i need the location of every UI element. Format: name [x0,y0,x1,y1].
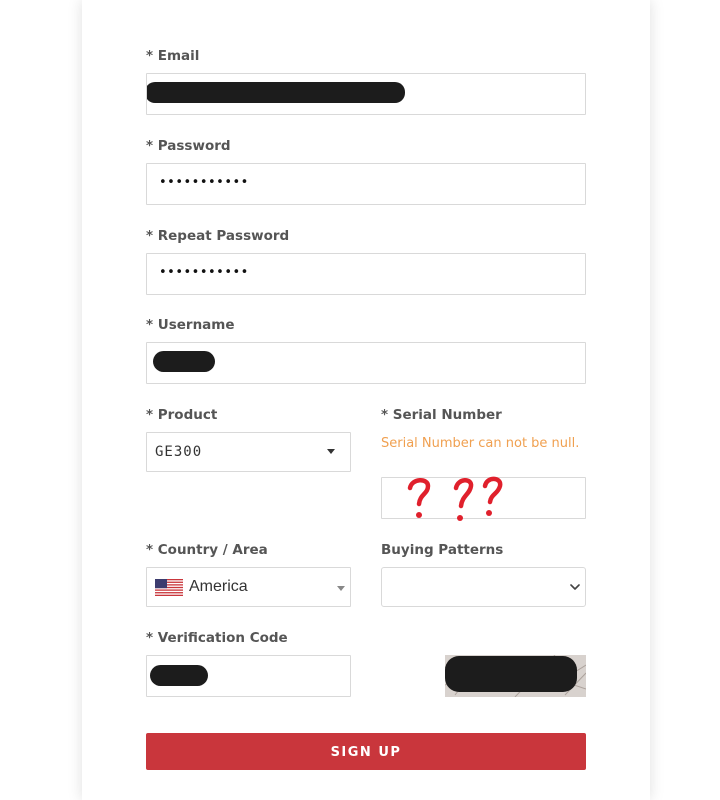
country-label: * Country / Area [146,542,268,558]
password-label: * Password [146,138,231,154]
redaction-mark [445,656,577,692]
verification-code-label: * Verification Code [146,630,288,646]
email-label: * Email [146,48,200,64]
captcha-image[interactable] [445,655,586,697]
username-label: * Username [146,317,235,333]
buying-patterns-label: Buying Patterns [381,542,504,558]
question-marks-annotation [407,476,503,521]
product-label: * Product [146,407,218,423]
redaction-mark [147,82,405,103]
us-flag-icon [155,579,183,596]
serial-number-label: * Serial Number [381,407,502,423]
verification-code-field[interactable] [146,655,351,697]
product-select[interactable]: GE300 [146,432,351,472]
redaction-mark [153,351,215,372]
country-select[interactable]: America [146,567,351,607]
sign-up-button[interactable]: SIGN UP [146,733,586,770]
password-value: ••••••••••• [159,175,249,190]
repeat-password-field[interactable]: ••••••••••• [146,253,586,295]
repeat-password-value: ••••••••••• [159,265,249,280]
product-value: GE300 [155,444,203,460]
repeat-password-label: * Repeat Password [146,228,290,244]
email-field[interactable] [146,73,586,115]
username-field[interactable] [146,342,586,384]
buying-patterns-select[interactable] [381,567,586,607]
serial-number-error: Serial Number can not be null. [381,436,580,451]
caret-down-icon [337,586,345,591]
caret-down-icon [327,449,335,454]
country-value: America [189,578,248,595]
chevron-down-icon [570,584,580,590]
password-field[interactable]: ••••••••••• [146,163,586,205]
redaction-mark [150,665,208,686]
